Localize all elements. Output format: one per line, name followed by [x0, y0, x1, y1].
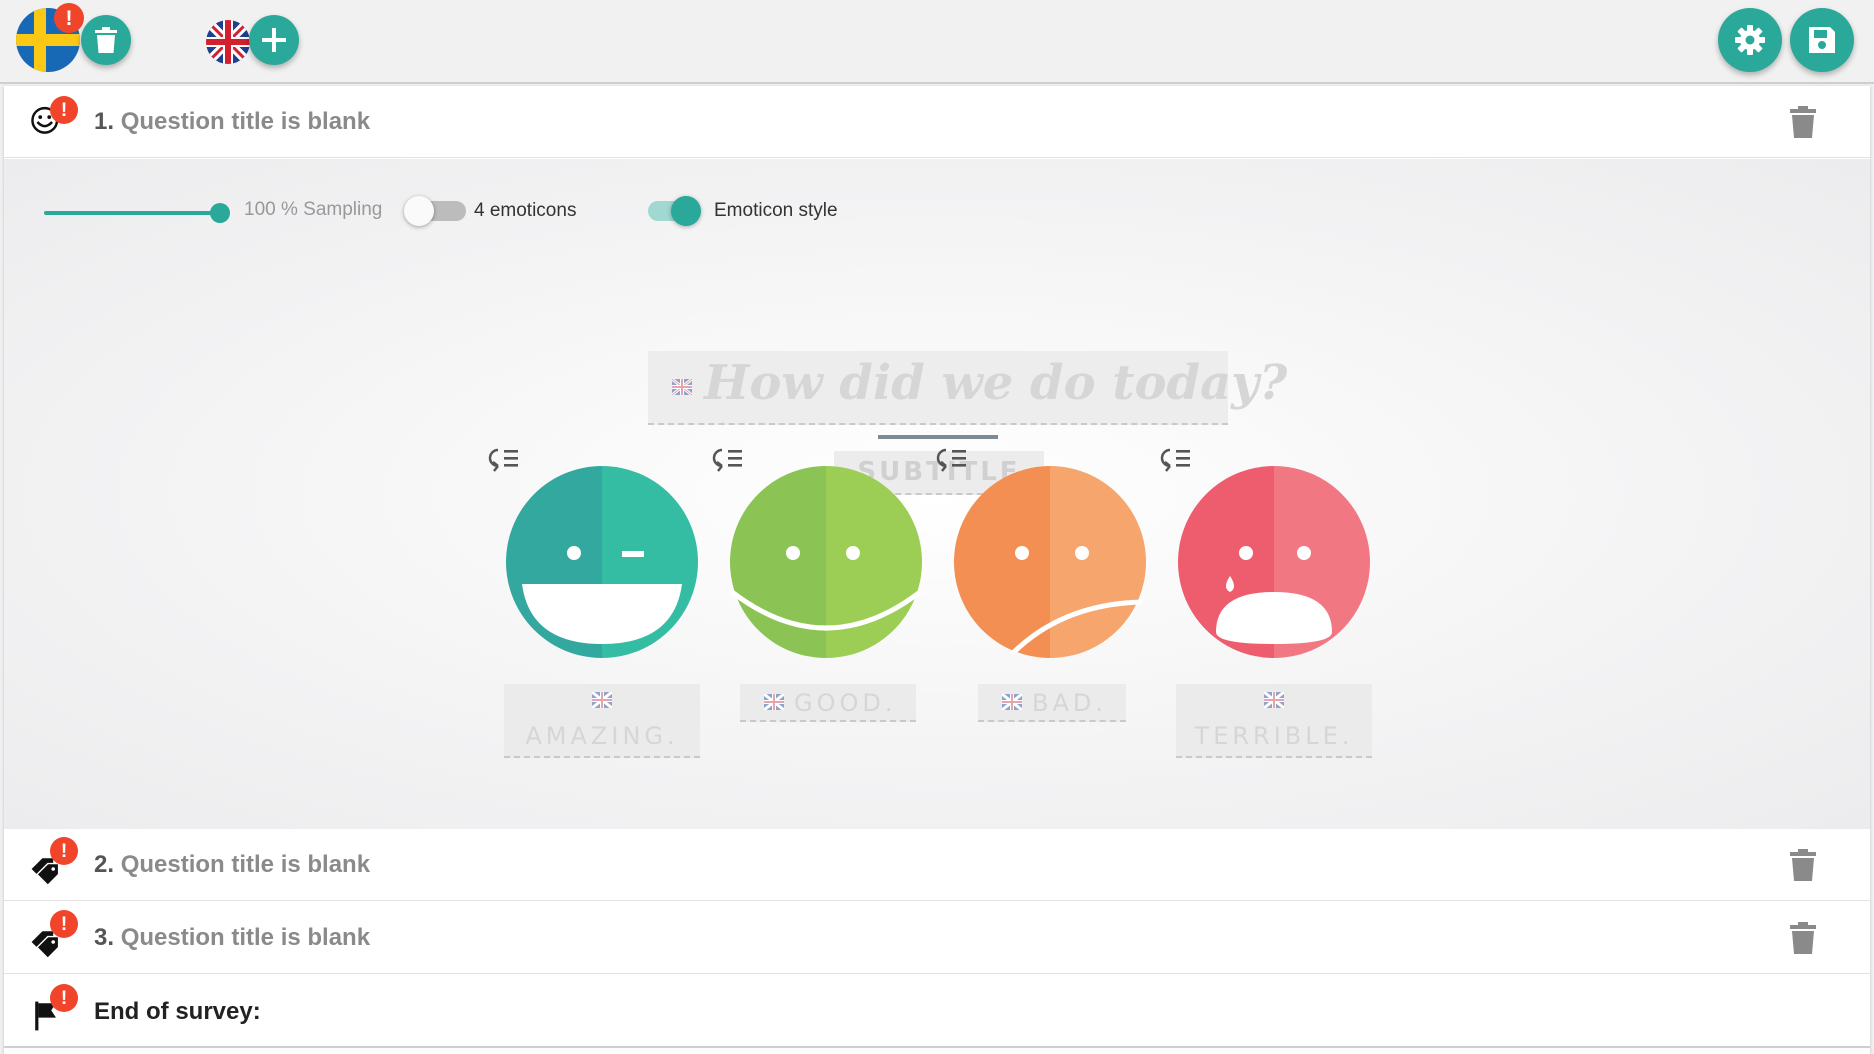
floppy-disk-icon — [1809, 27, 1835, 53]
uk-flag-icon[interactable] — [206, 20, 250, 64]
end-of-survey-row[interactable]: ! End of survey: — [4, 976, 1870, 1048]
question-title-placeholder: How did we do today? — [704, 355, 1288, 411]
warning-badge-icon: ! — [50, 910, 78, 938]
question-title[interactable]: 2. Question title is blank — [94, 851, 370, 879]
warning-badge-icon: ! — [50, 837, 78, 865]
delete-question-trash-icon[interactable] — [1790, 105, 1816, 138]
warning-badge-icon: ! — [50, 96, 78, 124]
warning-badge-icon: ! — [54, 3, 84, 33]
question-row-3[interactable]: ! 3. Question title is blank — [4, 902, 1870, 974]
add-language-button[interactable] — [249, 15, 299, 65]
uk-flag-icon — [672, 379, 692, 395]
settings-button[interactable] — [1718, 8, 1782, 72]
emoticon-label-amazing[interactable]: AMAZING. — [504, 684, 700, 758]
sampling-slider-track[interactable] — [44, 211, 222, 215]
warning-badge-icon: ! — [50, 984, 78, 1012]
emoticon-amazing[interactable] — [504, 464, 700, 660]
question-row-1[interactable]: ! 1. Question title is blank — [4, 86, 1870, 158]
delete-question-trash-icon[interactable] — [1790, 922, 1816, 954]
emoticon-terrible[interactable] — [1176, 464, 1372, 660]
emoticon-label-good[interactable]: GOOD. — [740, 684, 916, 722]
title-divider — [878, 435, 998, 439]
emoticon-style-toggle-thumb[interactable] — [671, 196, 701, 226]
uk-flag-icon — [764, 694, 784, 710]
uk-flag-icon — [1002, 694, 1022, 710]
delete-question-trash-icon[interactable] — [1790, 849, 1816, 881]
delete-language-button[interactable] — [81, 15, 131, 65]
question-editor-panel: 100 % Sampling 4 emoticons Emoticon styl… — [4, 159, 1870, 829]
gear-icon — [1735, 25, 1765, 55]
emoticon-style-label: Emoticon style — [714, 200, 838, 221]
emoticon-bad[interactable] — [952, 464, 1148, 660]
four-emoticons-toggle-thumb[interactable] — [404, 196, 434, 226]
question-title[interactable]: 1. Question title is blank — [94, 108, 370, 136]
survey-editor: ! 1. Question title is blank 100 % Sampl… — [4, 86, 1870, 1054]
emoticon-label-terrible[interactable]: TERRIBLE. — [1176, 684, 1372, 758]
trash-icon — [95, 27, 117, 53]
sampling-label: 100 % Sampling — [244, 199, 383, 220]
question-title[interactable]: 3. Question title is blank — [94, 924, 370, 952]
uk-flag-icon — [1264, 692, 1284, 708]
save-button[interactable] — [1790, 8, 1854, 72]
four-emoticons-label: 4 emoticons — [474, 200, 577, 221]
sampling-slider-thumb[interactable] — [210, 203, 230, 223]
uk-flag-icon — [592, 692, 612, 708]
question-title-input[interactable]: How did we do today? — [648, 351, 1287, 425]
end-of-survey-title[interactable]: End of survey: — [94, 998, 261, 1026]
top-toolbar: ! — [0, 0, 1874, 84]
emoticon-good[interactable] — [728, 464, 924, 660]
question-row-2[interactable]: ! 2. Question title is blank — [4, 829, 1870, 901]
emoticon-label-bad[interactable]: BAD. — [978, 684, 1126, 722]
plus-icon — [262, 28, 286, 52]
